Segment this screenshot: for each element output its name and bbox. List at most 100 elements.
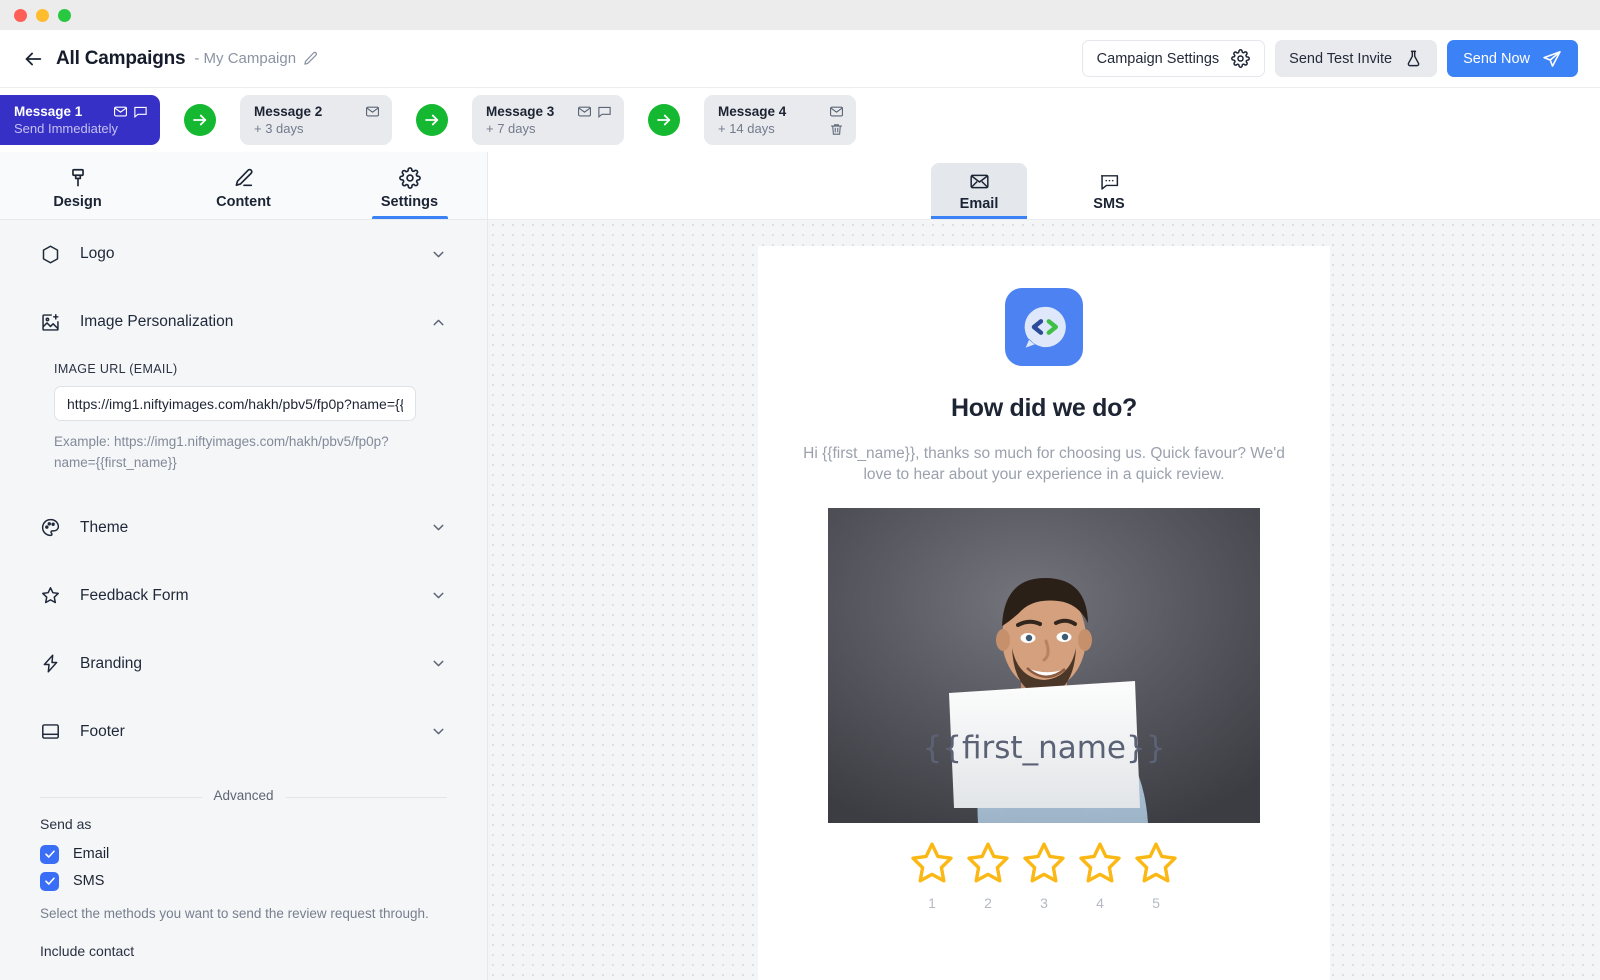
chevron-up-icon[interactable] xyxy=(430,314,447,331)
tab-design[interactable]: Design xyxy=(24,157,132,219)
image-url-input[interactable] xyxy=(54,386,416,421)
message-card-schedule: + 3 days xyxy=(254,121,304,136)
sms-checkbox-label: SMS xyxy=(73,873,105,890)
hexagon-icon xyxy=(42,245,59,263)
tab-sms[interactable]: SMS xyxy=(1061,163,1157,219)
advanced-divider: Advanced xyxy=(40,787,447,806)
paint-brush-icon xyxy=(71,168,84,186)
sequence-arrow-3[interactable] xyxy=(648,104,680,136)
breadcrumb-all-campaigns[interactable]: All Campaigns xyxy=(56,48,186,70)
tab-design-label: Design xyxy=(53,193,102,210)
chat-bubble-icon xyxy=(1100,174,1118,190)
email-preview-card: How did we do? Hi {{first_name}}, thanks… xyxy=(758,246,1330,980)
envelope-icon[interactable] xyxy=(113,104,128,119)
send-now-button[interactable]: Send Now xyxy=(1447,40,1578,77)
star-rating-numbers: 1 2 3 4 5 xyxy=(908,895,1180,911)
image-url-help-text: Example: https://img1.niftyimages.com/ha… xyxy=(54,434,389,470)
advanced-divider-label: Advanced xyxy=(201,787,286,803)
chat-bubble-icon[interactable] xyxy=(597,104,612,119)
send-as-label: Send as xyxy=(40,815,92,832)
sequence-arrow-2[interactable] xyxy=(416,104,448,136)
message-card-schedule: + 7 days xyxy=(486,121,536,136)
chevron-down-icon[interactable] xyxy=(430,587,447,604)
chevron-down-icon[interactable] xyxy=(430,723,447,740)
sms-checkbox[interactable] xyxy=(40,871,59,891)
top-bar: All Campaigns - My Campaign Campaign Set… xyxy=(0,30,1600,88)
window-minimize-button[interactable] xyxy=(36,8,49,22)
star-3-icon[interactable] xyxy=(1020,839,1068,887)
window-chrome xyxy=(0,0,1600,30)
send-test-invite-button[interactable]: Send Test Invite xyxy=(1275,40,1438,77)
check-icon xyxy=(44,877,55,886)
arrow-right-icon xyxy=(193,114,207,126)
section-logo-label: Logo xyxy=(80,245,115,262)
edit-campaign-name-button[interactable] xyxy=(303,51,318,66)
pencil-icon xyxy=(235,168,253,186)
chevron-down-icon[interactable] xyxy=(430,519,447,536)
message-card-schedule: Send Immediately xyxy=(14,121,119,136)
trash-icon[interactable] xyxy=(829,122,844,137)
star-number: 3 xyxy=(1040,894,1048,911)
message-card-3[interactable]: Message 3 + 7 days xyxy=(472,95,624,145)
star-number: 4 xyxy=(1096,894,1104,911)
star-2-icon[interactable] xyxy=(964,839,1012,887)
checkbox-row-sms[interactable]: SMS xyxy=(40,868,447,895)
section-footer-label: Footer xyxy=(80,722,125,740)
campaign-settings-button[interactable]: Campaign Settings xyxy=(1081,40,1266,77)
section-feedback-form[interactable]: Feedback Form xyxy=(40,562,447,630)
star-1-icon[interactable] xyxy=(908,839,956,887)
email-body-text: Hi {{first_name}}, thanks so much for ch… xyxy=(803,445,1285,483)
star-4-icon[interactable] xyxy=(1076,839,1124,887)
next-section-label: Include contact xyxy=(40,942,135,959)
personalized-hero-image: {{first_name}} xyxy=(828,507,1260,823)
breadcrumb-campaign-name: - My Campaign xyxy=(194,50,297,67)
star-number: 1 xyxy=(928,894,936,911)
paper-plane-icon xyxy=(1543,50,1561,67)
tab-content[interactable]: Content xyxy=(190,157,298,219)
message-card-1[interactable]: Message 1 Send Immediately xyxy=(0,95,160,145)
message-card-title: Message 3 xyxy=(486,104,555,119)
checkbox-row-email[interactable]: Email xyxy=(40,841,447,868)
tab-content-label: Content xyxy=(216,193,271,210)
sequence-arrow-1[interactable] xyxy=(184,104,216,136)
hero-sign-text: {{first_name}} xyxy=(923,730,1166,766)
email-checkbox[interactable] xyxy=(40,844,59,864)
section-image-personalization[interactable]: Image Personalization xyxy=(40,288,447,356)
envelope-icon xyxy=(969,174,989,188)
message-card-title: Message 1 xyxy=(14,104,83,119)
window-close-button[interactable] xyxy=(14,8,27,22)
chevron-down-icon[interactable] xyxy=(430,246,447,263)
envelope-icon[interactable] xyxy=(365,104,380,119)
section-branding[interactable]: Branding xyxy=(40,630,447,698)
footer-icon xyxy=(42,724,59,740)
tab-settings[interactable]: Settings xyxy=(356,157,464,219)
chevron-down-icon[interactable] xyxy=(430,655,447,672)
message-card-4[interactable]: Message 4 + 14 days xyxy=(704,95,856,145)
tab-email[interactable]: Email xyxy=(931,163,1027,219)
star-number: 2 xyxy=(984,894,992,911)
check-icon xyxy=(44,850,55,859)
envelope-icon[interactable] xyxy=(829,104,844,119)
section-logo[interactable]: Logo xyxy=(40,220,447,288)
section-theme[interactable]: Theme xyxy=(40,494,447,562)
message-card-schedule: + 14 days xyxy=(718,121,775,136)
tab-sms-label: SMS xyxy=(1093,195,1125,212)
campaign-settings-label: Campaign Settings xyxy=(1096,50,1220,67)
section-theme-label: Theme xyxy=(80,518,129,536)
star-outline-icon xyxy=(42,587,59,604)
section-footer[interactable]: Footer xyxy=(40,698,447,766)
image-plus-icon xyxy=(42,313,59,331)
envelope-icon[interactable] xyxy=(577,104,592,119)
message-card-title: Message 2 xyxy=(254,104,323,119)
settings-sections: Logo Image Personalization IMAGE URL (EM… xyxy=(0,220,487,980)
chat-bubble-icon[interactable] xyxy=(133,104,148,119)
send-as-help-text: Select the methods you want to send the … xyxy=(40,905,429,921)
send-now-label: Send Now xyxy=(1463,50,1530,67)
window-maximize-button[interactable] xyxy=(58,8,71,22)
flask-icon xyxy=(1407,50,1420,67)
star-rating[interactable] xyxy=(908,839,1180,887)
message-card-2[interactable]: Message 2 + 3 days xyxy=(240,95,392,145)
section-branding-label: Branding xyxy=(80,654,143,672)
back-button[interactable] xyxy=(18,44,48,74)
star-5-icon[interactable] xyxy=(1132,839,1180,887)
